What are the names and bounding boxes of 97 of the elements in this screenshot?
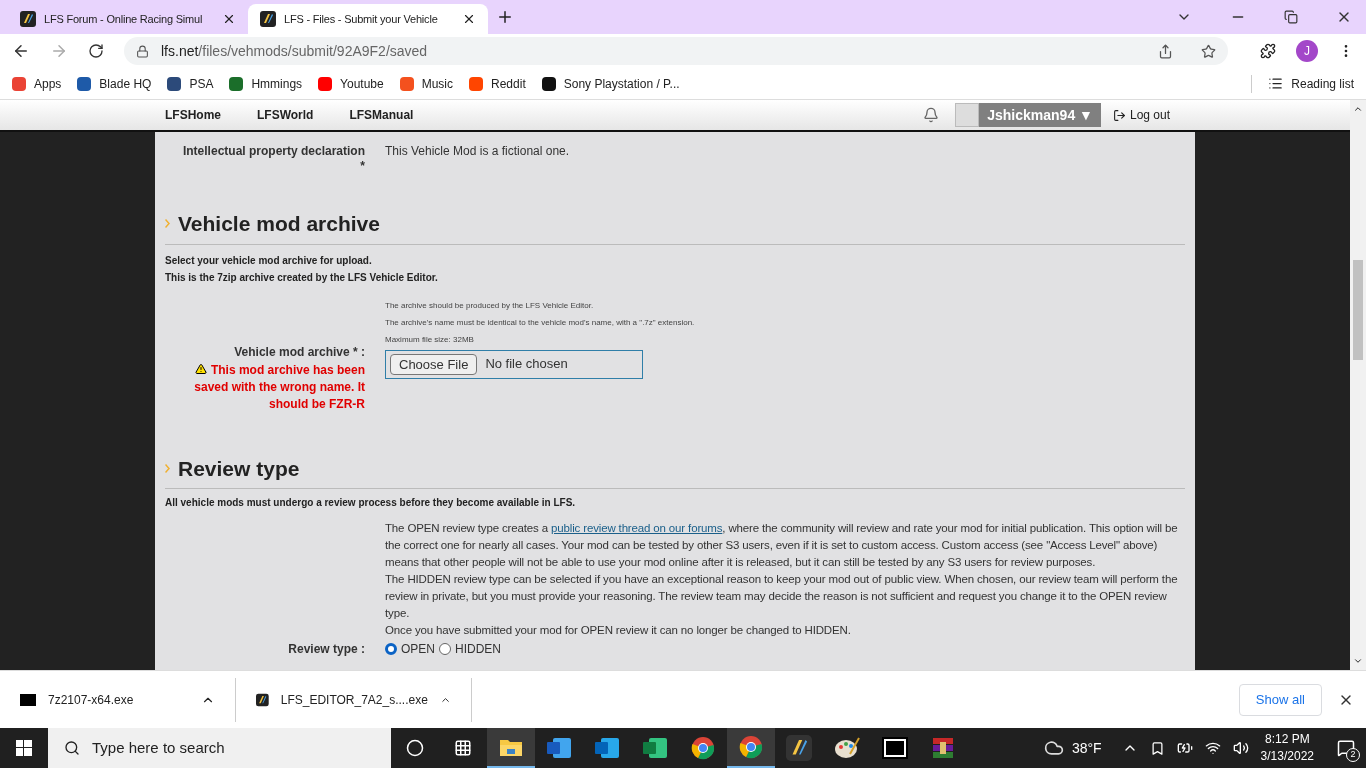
list-icon: [1268, 76, 1284, 91]
notification-button[interactable]: 2: [1326, 728, 1366, 768]
logout-link[interactable]: Log out: [1112, 106, 1170, 124]
site-nav-link[interactable]: LFSManual: [349, 106, 414, 124]
search-icon: [64, 740, 80, 756]
scrollbar[interactable]: [1350, 100, 1366, 670]
radio-option[interactable]: HIDDEN: [439, 640, 502, 658]
word-icon: [547, 737, 571, 759]
section-heading: Vehicle mod archive: [178, 211, 380, 237]
palette-icon: [834, 736, 860, 760]
notifications-icon[interactable]: [923, 107, 940, 123]
required-mark: *: [359, 160, 365, 172]
battery-icon[interactable]: [1176, 740, 1193, 756]
bookmark-link[interactable]: Reddit: [469, 74, 526, 93]
wifi-icon[interactable]: [1204, 740, 1221, 756]
chrome-icon: [739, 735, 763, 759]
help-text: The archive should be produced by the LFS Vehicle Editor.: [385, 299, 595, 312]
field-value: This Vehicle Mod is a fictional one.: [385, 143, 570, 160]
radio-button[interactable]: [385, 643, 397, 655]
folder-icon: [499, 737, 523, 757]
close-icon[interactable]: [462, 12, 476, 26]
chevron-icon: [165, 219, 170, 229]
chrome-icon: [691, 736, 715, 760]
section-heading: Review type: [178, 455, 300, 482]
review-description: Once you have submitted your mod for OPEN review it can no longer be changed to HIDDEN.: [385, 623, 852, 638]
profile-avatar[interactable]: J: [1296, 40, 1318, 62]
tray-app-icon[interactable]: [1149, 740, 1165, 756]
star-icon[interactable]: [1201, 43, 1216, 59]
choose-file-button[interactable]: Choose File: [390, 353, 478, 375]
logout-icon: [1112, 108, 1126, 122]
lfs-app-icon: [786, 735, 812, 761]
notification-icon: [1337, 739, 1355, 757]
share-icon[interactable]: [1158, 43, 1173, 59]
bookmark-link[interactable]: Sony Playstation / P...: [541, 74, 680, 93]
bookmark-link[interactable]: Music: [399, 74, 454, 93]
help-text: The archive's name must be identical to the vehicle mod's name, with a ".7z" extension.: [385, 316, 695, 329]
lfs-logo-icon: [260, 11, 276, 27]
windows-logo-icon: [16, 740, 32, 756]
bookmark-link[interactable]: Youtube: [318, 74, 384, 93]
weather-icon: [1043, 738, 1064, 758]
field-label: Review type :: [287, 641, 366, 658]
cortana-icon[interactable]: [406, 739, 424, 757]
address-field[interactable]: lfs.net/files/vehmods/submit/92A9F2/saved: [124, 37, 1228, 65]
field-label: Vehicle mod archive * :: [233, 343, 365, 361]
help-text: Maximum file size: 32MB: [385, 333, 475, 346]
taskbar-app[interactable]: [727, 728, 775, 768]
spreadsheet-icon: [643, 737, 667, 759]
radio-button[interactable]: [439, 643, 451, 655]
site-nav-link[interactable]: LFSHome: [165, 106, 221, 124]
clock[interactable]: 8:12 PM 3/13/2022: [1260, 731, 1314, 765]
intro-text: This is the 7zip archive created by the LFS Vehicle Editor.: [165, 270, 439, 285]
notification-count: 2: [1346, 748, 1360, 762]
review-description: The OPEN review type creates a public review thread on our forums, where the community will review and rate your mod for initial publication. This option will be the correct one for nearly all cases. Your mod can be tested by other S3 users, even if it is set to custom access. Custom access (see "Access Level" above) means that other people will not be able to use your mod online after it is released, but it can still be tested by any S3 users for review purposes.: [385, 521, 1179, 570]
temperature[interactable]: 38°F: [1071, 737, 1102, 759]
field-label: Intellectual property declaration: [182, 144, 365, 158]
file-status: No file chosen: [485, 355, 568, 374]
new-tab-icon[interactable]: [496, 8, 514, 26]
sevenzip-icon: [882, 737, 908, 759]
error-message: This mod archive has been saved with the wrong name. It should be FZR-R: [193, 361, 365, 413]
user-menu-button[interactable]: Jshickman94 ▼: [955, 103, 1101, 127]
scrollbar-thumb[interactable]: [1353, 260, 1363, 360]
books-icon: [931, 736, 955, 760]
warning-icon: [194, 362, 207, 375]
avatar-placeholder: [955, 103, 980, 127]
browser-tab[interactable]: LFS Forum - Online Racing Simul: [8, 4, 248, 34]
lock-icon: [136, 44, 149, 58]
site-nav-link[interactable]: LFSWorld: [257, 106, 314, 124]
radio-option[interactable]: OPEN: [385, 640, 435, 658]
download-item[interactable]: 7z2107-x64.exe: [0, 677, 236, 722]
intro-text: Select your vehicle mod archive for upload.: [165, 253, 373, 268]
task-view-icon[interactable]: [454, 739, 472, 757]
browser-tab[interactable]: LFS - Files - Submit your Vehicle: [248, 4, 488, 34]
lfs-logo-icon: [20, 11, 36, 27]
extensions-icon[interactable]: [1260, 43, 1276, 59]
file-input-field[interactable]: Choose File No file chosen: [385, 349, 643, 379]
reading-list-button[interactable]: Reading list: [1268, 74, 1354, 93]
bookmark-link[interactable]: PSA: [167, 74, 214, 93]
taskbar-search-field[interactable]: Type here to search: [48, 728, 391, 768]
bookmark-link[interactable]: Apps: [12, 74, 62, 93]
download-item[interactable]: LFS_EDITOR_7A2_s....exe: [236, 677, 472, 722]
bookmark-link[interactable]: Blade HQ: [77, 74, 152, 93]
bookmark-link[interactable]: Hmmings: [229, 74, 303, 93]
scroll-up-icon[interactable]: [1353, 104, 1363, 114]
chevron-icon: [165, 463, 170, 473]
mail-icon: [595, 737, 619, 759]
scroll-down-icon[interactable]: [1353, 656, 1363, 666]
intro-text: All vehicle mods must undergo a review process before they become available in LFS.: [165, 496, 577, 510]
back-icon[interactable]: [12, 42, 30, 60]
reload-icon[interactable]: [88, 43, 104, 59]
lfs-logo-icon: [256, 691, 269, 708]
restore-icon[interactable]: [1284, 10, 1298, 24]
volume-icon[interactable]: [1232, 740, 1249, 756]
show-all-button[interactable]: Show all: [1238, 683, 1322, 716]
taskbar-app[interactable]: [487, 728, 535, 768]
close-icon[interactable]: [222, 12, 236, 26]
sevenzip-icon: [20, 693, 36, 706]
review-description: The HIDDEN review type can be selected if you have an exceptional reason to keep your mod out of public view. When chosen, our review team will perform the review in private, but you must provide your reasoning. The review team may decide the reason is not sufficient and request you change it to the OPEN review type.: [385, 572, 1179, 621]
